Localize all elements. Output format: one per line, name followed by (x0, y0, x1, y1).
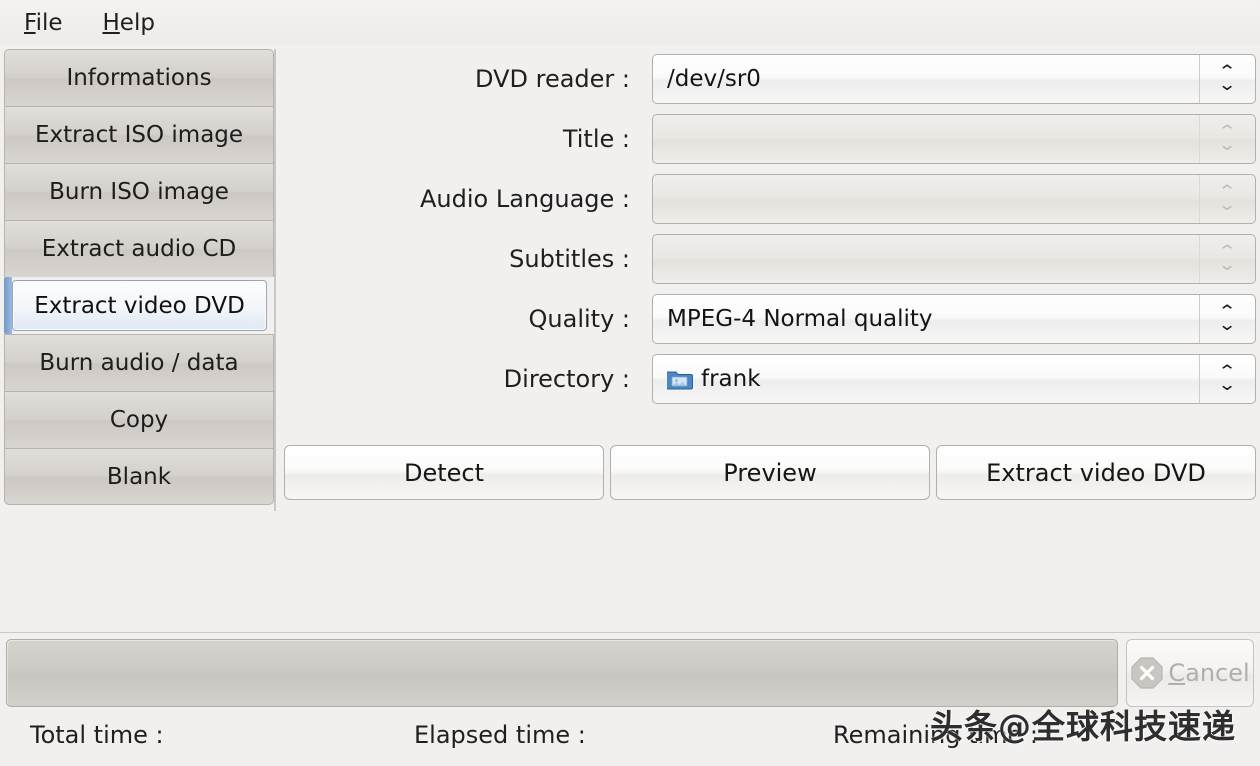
label-quality: Quality : (528, 305, 630, 333)
form-row-title: Title : ⌃ ⌄ (284, 109, 1256, 169)
combo-quality[interactable]: MPEG-4 Normal quality ⌃ ⌄ (652, 294, 1256, 344)
sidebar-item-extract-video-dvd[interactable]: Extract video DVD (4, 277, 274, 334)
chevron-updown-icon[interactable]: ⌃ ⌄ (1199, 295, 1255, 343)
sidebar-item-informations[interactable]: Informations (4, 49, 274, 106)
sidebar-item-label: Burn ISO image (49, 179, 229, 205)
sidebar-item-label: Copy (109, 407, 169, 433)
combo-value-dvd-reader: /dev/sr0 (667, 66, 761, 92)
form-row-quality: Quality : MPEG-4 Normal quality ⌃ ⌄ (284, 289, 1256, 349)
sidebar-item-burn-iso-image[interactable]: Burn ISO image (4, 163, 274, 220)
menu-file-mnemonic: F (24, 9, 36, 36)
combo-title[interactable]: ⌃ ⌄ (652, 114, 1256, 164)
time-row: Total time : Elapsed time : Remaining ti… (0, 721, 1260, 766)
label-title: Title : (562, 125, 630, 153)
sidebar-item-label: Blank (106, 463, 172, 490)
extract-video-dvd-button[interactable]: Extract video DVD (936, 445, 1256, 500)
close-x-icon (1130, 656, 1164, 690)
chevron-updown-icon[interactable]: ⌃ ⌄ (1199, 175, 1255, 223)
combo-audio-language[interactable]: ⌃ ⌄ (652, 174, 1256, 224)
status-area: Cancel Total time : Elapsed time : Remai… (0, 632, 1260, 766)
label-directory: Directory : (503, 365, 630, 393)
menu-bar: File Help (0, 0, 1260, 45)
detect-button[interactable]: Detect (284, 445, 604, 500)
combo-directory[interactable]: frank ⌃ ⌄ (652, 354, 1256, 404)
extract-video-dvd-button-label: Extract video DVD (986, 458, 1206, 487)
selection-indicator (4, 277, 12, 334)
form-row-audio-language: Audio Language : ⌃ ⌄ (284, 169, 1256, 229)
form-row-directory: Directory : frank ⌃ ⌄ (284, 349, 1256, 409)
progress-bar (6, 639, 1118, 707)
chevron-updown-icon[interactable]: ⌃ ⌄ (1199, 355, 1255, 403)
menu-help-mnemonic: H (102, 9, 120, 36)
chevron-updown-icon[interactable]: ⌃ ⌄ (1199, 55, 1255, 103)
menu-item-file[interactable]: File (18, 8, 69, 38)
detect-button-label: Detect (403, 458, 485, 487)
total-time-label: Total time : (30, 721, 164, 749)
combo-value-quality: MPEG-4 Normal quality (667, 306, 933, 332)
sidebar-item-blank[interactable]: Blank (4, 448, 274, 505)
label-audio-language: Audio Language : (420, 185, 630, 213)
sidebar-item-label: Informations (66, 65, 212, 91)
menu-item-help[interactable]: Help (97, 8, 161, 38)
chevron-updown-icon[interactable]: ⌃ ⌄ (1199, 115, 1255, 163)
sidebar: Informations Extract ISO image Burn ISO … (4, 49, 276, 511)
label-dvd-reader: DVD reader : (475, 65, 630, 93)
sidebar-item-extract-iso-image[interactable]: Extract ISO image (4, 106, 274, 163)
label-subtitles: Subtitles : (509, 245, 630, 273)
combo-value-directory: frank (701, 366, 761, 392)
combo-dvd-reader[interactable]: /dev/sr0 ⌃ ⌄ (652, 54, 1256, 104)
chevron-updown-icon[interactable]: ⌃ ⌄ (1199, 235, 1255, 283)
cancel-mnemonic: C (1168, 659, 1186, 687)
combo-subtitles[interactable]: ⌃ ⌄ (652, 234, 1256, 284)
form-row-subtitles: Subtitles : ⌃ ⌄ (284, 229, 1256, 289)
form-row-dvd-reader: DVD reader : /dev/sr0 ⌃ ⌄ (284, 49, 1256, 109)
sidebar-item-label: Extract video DVD (12, 280, 267, 331)
menu-file-rest: ile (35, 9, 63, 36)
sidebar-item-copy[interactable]: Copy (4, 391, 274, 448)
cancel-rest: ancel (1185, 659, 1250, 687)
sidebar-item-label: Burn audio / data (39, 350, 239, 376)
action-button-row: Detect Preview Extract video DVD (284, 445, 1256, 500)
settings-form: DVD reader : /dev/sr0 ⌃ ⌄ Title : ⌃ ⌄ Audi… (284, 49, 1256, 409)
sidebar-item-burn-audio-data[interactable]: Burn audio / data (4, 334, 274, 391)
sidebar-item-label: Extract audio CD (41, 236, 237, 262)
remaining-time-label: Remaining time : (833, 721, 1039, 749)
preview-button-label: Preview (723, 458, 817, 487)
sidebar-item-label: Extract ISO image (34, 122, 244, 148)
cancel-button-label: Cancel (1168, 659, 1249, 687)
menu-help-rest: elp (119, 9, 155, 36)
folder-icon (665, 368, 694, 390)
preview-button[interactable]: Preview (610, 445, 930, 500)
sidebar-item-extract-audio-cd[interactable]: Extract audio CD (4, 220, 274, 277)
progress-row: Cancel (6, 638, 1254, 708)
elapsed-time-label: Elapsed time : (414, 721, 586, 749)
main-work-area: Informations Extract ISO image Burn ISO … (0, 45, 1260, 632)
cancel-button[interactable]: Cancel (1126, 639, 1254, 707)
